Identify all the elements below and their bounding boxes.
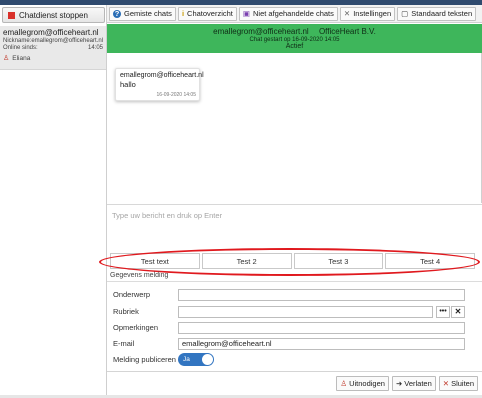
tab-chat-overview[interactable]: i Chatoverzicht: [177, 6, 237, 21]
rubriek-field[interactable]: [178, 305, 433, 318]
stop-button-label: Chatdienst stoppen: [19, 10, 88, 20]
tab-missed-chats[interactable]: ? Gemiste chats: [109, 6, 176, 21]
message-input[interactable]: [108, 208, 478, 248]
tab-label: Standaard teksten: [411, 9, 473, 18]
publish-toggle[interactable]: Ja: [178, 353, 214, 366]
quick-text-button[interactable]: Test 2: [201, 253, 292, 269]
info-icon: i: [181, 8, 185, 18]
sidebar: Chatdienst stoppen emallegrom@officehear…: [0, 5, 107, 398]
tab-toolbar: ? Gemiste chats i Chatoverzicht ▣ Niet a…: [107, 5, 482, 23]
opmerkingen-label: Opmerkingen: [113, 323, 159, 332]
onderwerp-label: Onderwerp: [113, 290, 151, 299]
online-since-label: Online sinds:: [3, 45, 38, 51]
user-add-icon: ♙: [340, 378, 348, 388]
nickname-label: Nickname:: [3, 38, 32, 44]
form-divider: [107, 281, 482, 282]
leave-label: Verlaten: [404, 378, 432, 388]
tab-unhandled-chats[interactable]: ▣ Niet afgehandelde chats: [238, 6, 338, 21]
close-label: Sluiten: [451, 378, 474, 388]
leave-button[interactable]: ➜ Verlaten: [391, 375, 436, 391]
chat-message: emallegrom@officeheart.nl hallo 16-09-20…: [115, 68, 204, 101]
quick-text-button[interactable]: Test text: [110, 253, 200, 269]
message-time: 16-09-2020 14:05: [156, 92, 196, 98]
chat-messages-area: emallegrom@officeheart.nl hallo 16-09-20…: [107, 53, 482, 203]
tab-settings[interactable]: ✕ Instellingen: [339, 6, 396, 21]
chat-header-email: emallegrom@officeheart.nl: [213, 27, 309, 36]
chat-header-title: emallegrom@officeheart.nl OfficeHeart B.…: [107, 27, 482, 36]
stop-chat-service-button[interactable]: Chatdienst stoppen: [2, 7, 105, 23]
online-since-value: 14:05: [87, 45, 103, 51]
close-icon: ✕: [442, 378, 450, 388]
chat-status: Actief: [285, 43, 304, 50]
onderwerp-field[interactable]: [178, 288, 465, 301]
opmerkingen-field[interactable]: [178, 321, 465, 334]
chat-card-nickname-row: Nickname: emallegrom@officeheart.nl: [3, 38, 103, 44]
invite-label: Uitnodigen: [349, 378, 385, 388]
chat-card-user-name: Eliana: [12, 54, 31, 62]
stop-icon: [8, 11, 15, 19]
divider: [107, 204, 482, 205]
toggle-knob: [202, 354, 213, 365]
message-icon: ▢: [401, 8, 409, 18]
lock-icon: ▣: [242, 8, 250, 18]
email-label: E-mail: [113, 339, 135, 348]
close-chat-button[interactable]: ✕ Sluiten: [438, 375, 478, 391]
message-text: hallo: [120, 80, 136, 89]
quick-text-button[interactable]: Test 4: [385, 253, 475, 269]
rubriek-label: Rubriek: [113, 307, 139, 316]
form-row-onderwerp: Onderwerp: [110, 288, 475, 301]
question-icon: ?: [113, 8, 121, 18]
form-row-rubriek: Rubriek ••• ✕: [110, 305, 475, 318]
nickname-value: emallegrom@officeheart.nl: [31, 38, 104, 44]
form-row-opmerkingen: Opmerkingen: [110, 321, 475, 334]
tab-label: Instellingen: [353, 9, 392, 18]
form-title: Gegevens melding: [110, 272, 169, 279]
chat-header: emallegrom@officeheart.nl OfficeHeart B.…: [107, 24, 482, 53]
invite-button[interactable]: ♙ Uitnodigen: [336, 375, 389, 391]
chat-footer: ♙ Uitnodigen ➜ Verlaten ✕ Sluiten: [107, 372, 482, 394]
email-field[interactable]: [178, 337, 465, 350]
form-row-email: E-mail: [110, 337, 475, 350]
rubriek-clear-button[interactable]: ✕: [451, 305, 465, 318]
publiceren-label: Melding publiceren: [113, 355, 176, 364]
tab-label: Niet afgehandelde chats: [252, 9, 334, 18]
chat-header-company: OfficeHeart B.V.: [318, 27, 376, 36]
tab-standard-texts[interactable]: ▢ Standaard teksten: [397, 6, 477, 21]
user-icon: ♙: [3, 55, 10, 62]
rubriek-browse-button[interactable]: •••: [436, 305, 450, 318]
form-row-publiceren: Melding publiceren Ja: [110, 353, 475, 366]
quick-text-button[interactable]: Test 3: [293, 253, 384, 269]
message-sender: emallegrom@officeheart.nl: [120, 72, 204, 79]
tab-label: Chatoverzicht: [187, 9, 233, 18]
exit-icon: ➜: [395, 378, 403, 388]
publish-toggle-label: Ja: [183, 356, 190, 363]
tools-icon: ✕: [343, 8, 351, 18]
chat-card-user: ♙ Eliana: [3, 54, 103, 63]
chat-card-email: emallegrom@officeheart.nl: [3, 28, 99, 37]
quick-text-row: Test text Test 2 Test 3 Test 4: [110, 253, 475, 269]
tab-label: Gemiste chats: [124, 9, 172, 18]
active-chat-card[interactable]: emallegrom@officeheart.nl Nickname: emal…: [0, 26, 106, 70]
chat-card-online-row: Online sinds: 14:05: [3, 45, 103, 51]
